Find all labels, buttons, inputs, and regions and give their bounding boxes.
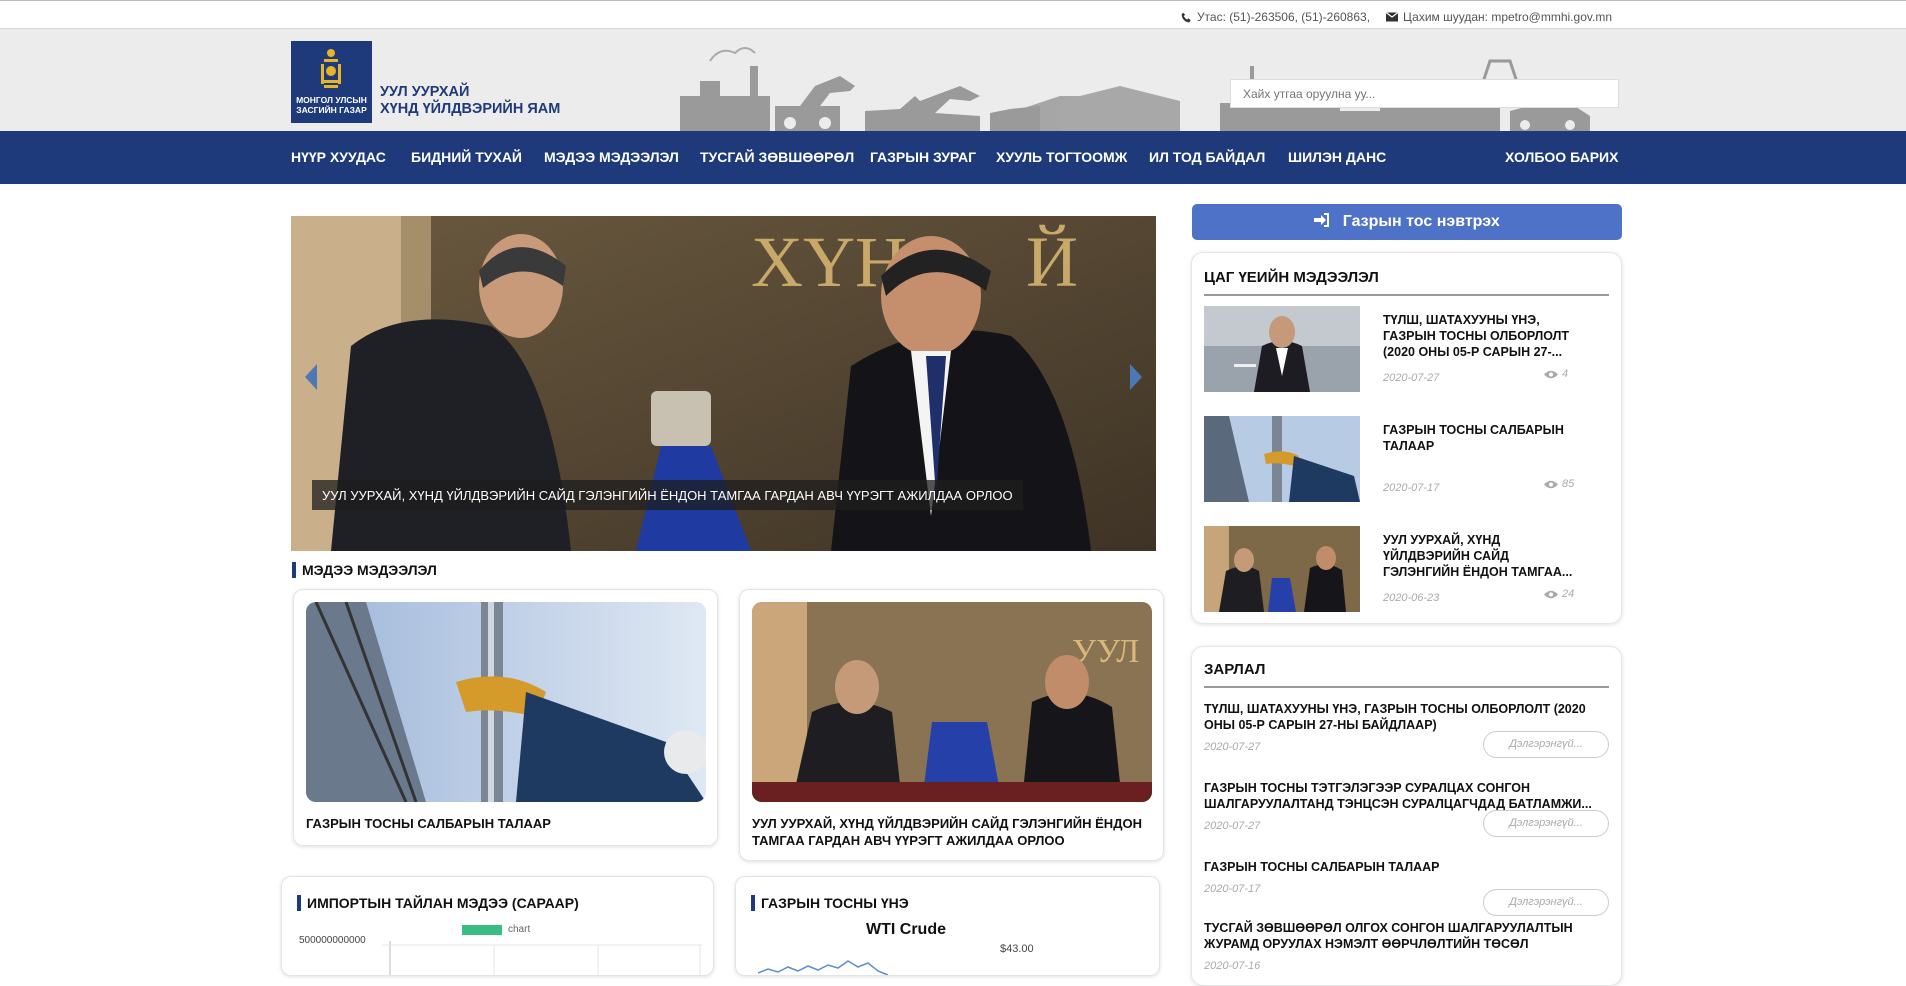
news-card-image — [306, 602, 706, 802]
main-nav: НҮҮР ХУУДАС БИДНИЙ ТУХАЙ МЭДЭЭ МЭДЭЭЛЭЛ … — [0, 131, 1906, 184]
announcement-date: 2020-07-27 — [1204, 741, 1261, 753]
announcement-item: ТУСГАЙ ЗӨВШӨӨРӨЛ ОЛГОХ СОНГОН ШАЛГАРУУЛА… — [1204, 920, 1609, 972]
carousel-prev-button[interactable] — [303, 362, 319, 400]
announcement-title[interactable]: ГАЗРЫН ТОСНЫ ТЭТГЭЛЭГЭЭР СУРАЛЦАХ СОНГОН… — [1204, 780, 1609, 812]
news-thumbnail — [1204, 526, 1360, 612]
news-list-item[interactable]: ГАЗРЫН ТОСНЫ САЛБАРЫН ТАЛААР 2020-07-17 … — [1204, 416, 1609, 502]
eye-icon — [1544, 480, 1558, 488]
ministry-title-line2: ХҮНД ҮЙЛДВЭРИЙН ЯАМ — [380, 101, 561, 117]
oil-login-button[interactable]: Газрын тос нэвтрэх — [1192, 204, 1622, 240]
news-item-title: ГАЗРЫН ТОСНЫ САЛБАРЫН ТАЛААР — [1383, 423, 1564, 453]
announcements-panel: ЗАРЛАЛ ТҮЛШ, ШАТАХУУНЫ ҮНЭ, ГАЗРЫН ТОСНЫ… — [1191, 646, 1622, 986]
chart-legend: chart — [462, 924, 530, 935]
oil-price-tick: $43.00 — [1000, 943, 1034, 955]
envelope-icon — [1386, 12, 1399, 22]
news-item-views: 4 — [1544, 368, 1568, 380]
announcement-title[interactable]: ГАЗРЫН ТОСНЫ САЛБАРЫН ТАЛААР — [1204, 859, 1609, 875]
phone-info: Утас: (51)-263506, (51)-260863, — [1181, 10, 1370, 24]
news-item-title: ТҮЛШ, ШАТАХУУНЫ ҮНЭ, ГАЗРЫН ТОСНЫ ОЛБОРЛ… — [1383, 313, 1570, 359]
oil-price-title: ГАЗРЫН ТОСНЫ ҮНЭ — [751, 895, 909, 911]
announcement-title[interactable]: ТУСГАЙ ЗӨВШӨӨРӨЛ ОЛГОХ СОНГОН ШАЛГАРУУЛА… — [1204, 920, 1609, 952]
y-axis-tick-label: 500000000000 — [299, 935, 366, 946]
nav-item-transparency[interactable]: ИЛ ТОД БАЙДАЛ — [1149, 149, 1265, 165]
logo-text: МОНГОЛ УЛСЫН ЗАСГИЙН ГАЗАР — [296, 95, 367, 115]
news-item-views: 24 — [1544, 588, 1574, 600]
news-card-title[interactable]: ГАЗРЫН ТОСНЫ САЛБАРЫН ТАЛААР — [306, 815, 706, 832]
government-logo[interactable]: МОНГОЛ УЛСЫН ЗАСГИЙН ГАЗАР — [291, 41, 372, 123]
news-list-item[interactable]: УУЛ УУРХАЙ, ХҮНД ҮЙЛДВЭРИЙН САЙД ГЭЛЭНГИ… — [1204, 526, 1609, 612]
news-thumbnail — [1204, 306, 1360, 392]
eye-icon — [1544, 590, 1558, 598]
nav-item-contact[interactable]: ХОЛБОО БАРИХ — [1505, 149, 1618, 165]
news-thumbnail — [1204, 416, 1360, 502]
nav-item-news[interactable]: МЭДЭЭ МЭДЭЭЛЭЛ — [544, 149, 679, 165]
news-item-view-count: 4 — [1562, 368, 1569, 380]
announcement-more-button[interactable]: Дэлгэрэнгүй... — [1483, 731, 1609, 758]
news-item-date: 2020-06-23 — [1383, 592, 1440, 604]
nav-item-home[interactable]: НҮҮР ХУУДАС — [291, 149, 386, 165]
phone-text: Утас: (51)-263506, (51)-260863, — [1196, 10, 1371, 24]
legend-label: chart — [508, 924, 531, 935]
latest-news-panel: ЦАГ ҮЕИЙН МЭДЭЭЛЭЛ ТҮЛШ, ШАТАХУУНЫ ҮНЭ, … — [1191, 252, 1622, 624]
soyombo-emblem-icon — [321, 49, 341, 88]
oil-chart-title: WTI Crude — [866, 921, 946, 938]
news-item-views: 85 — [1544, 478, 1574, 490]
import-report-title: ИМПОРТЫН ТАЙЛАН МЭДЭЭ (САРААР) — [297, 895, 579, 911]
nav-item-map[interactable]: ГАЗРЫН ЗУРАГ — [870, 149, 976, 165]
email-text: Цахим шуудан: mpetro@mmhi.gov.mn — [1403, 10, 1612, 24]
nav-item-licenses[interactable]: ТУСГАЙ ЗӨВШӨӨРӨЛ — [700, 149, 854, 165]
latest-news-title: ЦАГ ҮЕИЙН МЭДЭЭЛЭЛ — [1204, 269, 1609, 296]
ministry-title-line1: УУЛ УУРХАЙ — [380, 84, 470, 100]
chevron-right-icon — [1130, 364, 1142, 390]
svg-text:Й: Й — [1026, 222, 1078, 302]
announcement-title[interactable]: ТҮЛШ, ШАТАХУУНЫ ҮНЭ, ГАЗРЫН ТОСНЫ ОЛБОРЛ… — [1204, 701, 1609, 733]
news-item-view-count: 85 — [1562, 478, 1575, 490]
site-header: МОНГОЛ УЛСЫН ЗАСГИЙН ГАЗАР УУЛ УУРХАЙ ХҮ… — [0, 29, 1906, 131]
news-item-date: 2020-07-17 — [1383, 482, 1440, 494]
news-section-title: МЭДЭЭ МЭДЭЭЛЭЛ — [292, 562, 437, 578]
announcement-item: ГАЗРЫН ТОСНЫ ТЭТГЭЛЭГЭЭР СУРАЛЦАХ СОНГОН… — [1204, 780, 1609, 837]
nav-item-about[interactable]: БИДНИЙ ТУХАЙ — [411, 149, 522, 165]
announcement-more-button[interactable]: Дэлгэрэнгүй... — [1483, 810, 1609, 837]
ministry-title[interactable]: УУЛ УУРХАЙ ХҮНД ҮЙЛДВЭРИЙН ЯАМ — [380, 84, 560, 118]
top-contact-bar: Утас: (51)-263506, (51)-260863, Цахим шу… — [0, 0, 1906, 29]
oil-price-panel: ГАЗРЫН ТОСНЫ ҮНЭ WTI Crude $43.00 — [735, 876, 1160, 976]
news-item-title: УУЛ УУРХАЙ, ХҮНД ҮЙЛДВЭРИЙН САЙД ГЭЛЭНГИ… — [1383, 533, 1573, 579]
announcements-title: ЗАРЛАЛ — [1204, 661, 1609, 688]
news-item-view-count: 24 — [1562, 588, 1575, 600]
news-item-date: 2020-07-27 — [1383, 372, 1440, 384]
carousel-next-button[interactable] — [1128, 362, 1144, 400]
announcement-date: 2020-07-17 — [1204, 883, 1261, 895]
news-card[interactable]: ГАЗРЫН ТОСНЫ САЛБАРЫН ТАЛААР — [293, 589, 718, 846]
email-info[interactable]: Цахим шуудан: mpetro@mmhi.gov.mn — [1386, 10, 1612, 24]
news-list-item[interactable]: ТҮЛШ, ШАТАХУУНЫ ҮНЭ, ГАЗРЫН ТОСНЫ ОЛБОРЛ… — [1204, 306, 1609, 392]
search-input[interactable] — [1230, 79, 1619, 108]
news-card-title[interactable]: УУЛ УУРХАЙ, ХҮНД ҮЙЛДВЭРИЙН САЙД ГЭЛЭНГИ… — [752, 815, 1152, 849]
sign-in-icon — [1314, 213, 1330, 227]
news-carousel[interactable]: ХҮН Й УУЛ УУРХАЙ, ХҮНД ҮЙЛДВЭРИЙН САЙД Г… — [291, 216, 1156, 551]
news-card-image: УУЛ — [752, 602, 1152, 802]
announcement-date: 2020-07-16 — [1204, 960, 1261, 972]
contact-info: Утас: (51)-263506, (51)-260863, Цахим шу… — [1181, 10, 1612, 24]
news-card[interactable]: УУЛ УУЛ УУРХАЙ, ХҮНД ҮЙЛДВЭРИЙН САЙД ГЭЛ… — [739, 589, 1164, 861]
chevron-left-icon — [305, 364, 317, 390]
announcement-item: ТҮЛШ, ШАТАХУУНЫ ҮНЭ, ГАЗРЫН ТОСНЫ ОЛБОРЛ… — [1204, 701, 1609, 758]
import-report-panel: ИМПОРТЫН ТАЙЛАН МЭДЭЭ (САРААР) chart 500… — [281, 876, 714, 976]
nav-item-legislation[interactable]: ХУУЛЬ ТОГТООМЖ — [996, 149, 1127, 165]
announcement-item: ГАЗРЫН ТОСНЫ САЛБАРЫН ТАЛААР 2020-07-17 … — [1204, 859, 1609, 916]
eye-icon — [1544, 370, 1558, 378]
announcement-more-button[interactable]: Дэлгэрэнгүй... — [1483, 889, 1609, 916]
announcement-date: 2020-07-27 — [1204, 820, 1261, 832]
carousel-caption[interactable]: УУЛ УУРХАЙ, ХҮНД ҮЙЛДВЭРИЙН САЙД ГЭЛЭНГИ… — [312, 480, 1023, 510]
oil-login-label: Газрын тос нэвтрэх — [1342, 213, 1500, 230]
legend-swatch — [462, 924, 502, 935]
oil-price-line — [758, 960, 889, 975]
phone-icon — [1181, 12, 1191, 22]
nav-item-glass-account[interactable]: ШИЛЭН ДАНС — [1288, 149, 1386, 165]
